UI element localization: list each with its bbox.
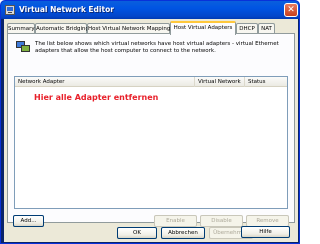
- title-bar[interactable]: Virtual Network Editor ✕: [1, 1, 299, 19]
- cancel-button[interactable]: Abbrechen: [161, 227, 205, 239]
- add-button[interactable]: Add...: [13, 215, 44, 227]
- host-virtual-adapters-panel: The list below shows which virtual netwo…: [7, 33, 295, 227]
- disable-button[interactable]: Disable: [200, 215, 243, 227]
- network-adapter-icon: [16, 41, 31, 54]
- ok-button[interactable]: OK: [117, 227, 157, 239]
- column-network-adapter[interactable]: Network Adapter: [15, 77, 195, 87]
- column-virtual-network[interactable]: Virtual Network: [195, 77, 245, 87]
- list-header: Network Adapter Virtual Network Status: [15, 77, 287, 87]
- enable-button[interactable]: Enable: [154, 215, 197, 227]
- tab-host-virtual-adapters[interactable]: Host Virtual Adapters: [170, 21, 236, 35]
- panel-description: The list below shows which virtual netwo…: [35, 41, 279, 54]
- app-icon: [5, 5, 15, 15]
- adapter-list[interactable]: Network Adapter Virtual Network Status H…: [14, 76, 288, 209]
- help-button[interactable]: Hilfe: [241, 226, 290, 238]
- annotation-text: Hier alle Adapter entfernen: [34, 93, 159, 102]
- virtual-network-editor-window: Virtual Network Editor ✕ Summary Automat…: [0, 0, 300, 244]
- dialog-client-area: Summary Automatic Bridging Host Virtual …: [4, 19, 298, 242]
- window-title: Virtual Network Editor: [19, 5, 114, 14]
- column-status[interactable]: Status: [245, 77, 287, 87]
- close-button[interactable]: ✕: [284, 3, 298, 17]
